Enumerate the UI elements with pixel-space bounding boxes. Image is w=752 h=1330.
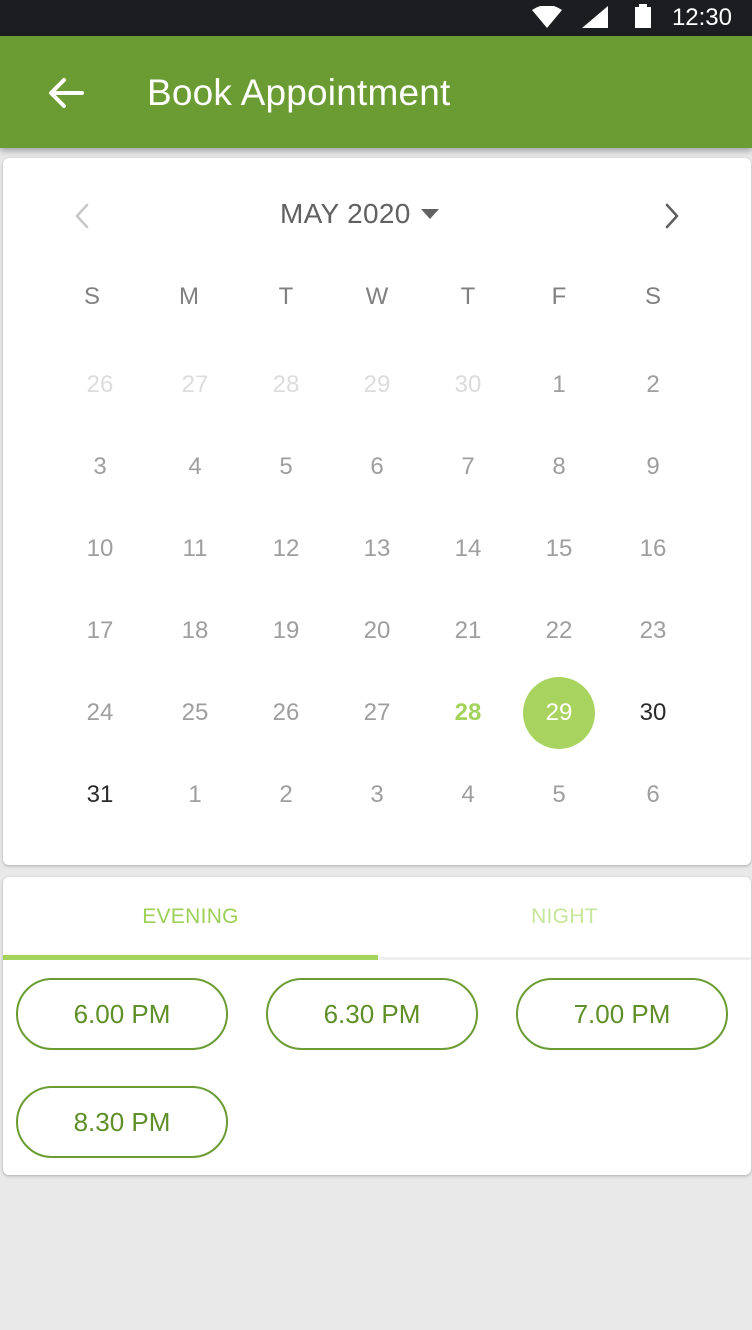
calendar-day[interactable]: 28 bbox=[432, 677, 504, 749]
calendar-day[interactable]: 28 bbox=[250, 349, 322, 421]
calendar-day[interactable]: 3 bbox=[341, 759, 413, 831]
calendar-day[interactable]: 19 bbox=[250, 595, 322, 667]
calendar-day[interactable]: 27 bbox=[341, 677, 413, 749]
calendar-day[interactable]: 27 bbox=[159, 349, 231, 421]
status-time: 12:30 bbox=[671, 4, 732, 31]
page-title: Book Appointment bbox=[147, 72, 451, 113]
calendar-day[interactable]: 6 bbox=[341, 431, 413, 503]
tab-indicator bbox=[3, 955, 378, 960]
calendar-day[interactable]: 6 bbox=[617, 759, 689, 831]
time-slot-button[interactable]: 6.00 PM bbox=[16, 978, 228, 1050]
tab-night[interactable]: NIGHT bbox=[377, 877, 752, 957]
back-button[interactable] bbox=[36, 66, 96, 120]
tab-evening[interactable]: EVENING bbox=[3, 877, 378, 957]
weekday-label: S bbox=[83, 283, 100, 310]
time-slot-button[interactable]: 7.00 PM bbox=[516, 978, 728, 1050]
calendar-day[interactable]: 9 bbox=[617, 431, 689, 503]
calendar-day[interactable]: 11 bbox=[159, 513, 231, 585]
calendar-day[interactable]: 1 bbox=[159, 759, 231, 831]
weekday-label: T bbox=[460, 283, 476, 310]
month-picker[interactable]: MAY 2020 bbox=[280, 194, 439, 234]
signal-icon bbox=[582, 6, 608, 28]
calendar-day[interactable]: 8 bbox=[523, 431, 595, 503]
calendar-day[interactable]: 4 bbox=[159, 431, 231, 503]
calendar-day[interactable]: 26 bbox=[64, 349, 136, 421]
weekday-label: W bbox=[365, 283, 389, 310]
time-slot-button[interactable]: 6.30 PM bbox=[266, 978, 478, 1050]
calendar-day[interactable]: 2 bbox=[617, 349, 689, 421]
calendar-day[interactable]: 30 bbox=[432, 349, 504, 421]
calendar-day[interactable]: 22 bbox=[523, 595, 595, 667]
calendar-day[interactable]: 16 bbox=[617, 513, 689, 585]
calendar-day[interactable]: 3 bbox=[64, 431, 136, 503]
prev-month-button[interactable] bbox=[62, 196, 102, 236]
calendar-day[interactable]: 21 bbox=[432, 595, 504, 667]
calendar-day[interactable]: 1 bbox=[523, 349, 595, 421]
calendar-day[interactable]: 26 bbox=[250, 677, 322, 749]
wifi-icon bbox=[532, 6, 562, 28]
time-slot-button[interactable]: 8.30 PM bbox=[16, 1086, 228, 1158]
calendar-day[interactable]: 4 bbox=[432, 759, 504, 831]
calendar-day[interactable]: 12 bbox=[250, 513, 322, 585]
weekday-label: F bbox=[551, 283, 567, 310]
calendar-day[interactable]: 7 bbox=[432, 431, 504, 503]
chevron-right-icon bbox=[665, 203, 679, 229]
weekday-label: T bbox=[278, 283, 294, 310]
calendar-day[interactable]: 29 bbox=[341, 349, 413, 421]
calendar-day[interactable]: 18 bbox=[159, 595, 231, 667]
calendar-day[interactable]: 14 bbox=[432, 513, 504, 585]
calendar-day[interactable]: 17 bbox=[64, 595, 136, 667]
next-month-button[interactable] bbox=[652, 196, 692, 236]
app-bar: Book Appointment bbox=[0, 36, 752, 148]
month-label: MAY 2020 bbox=[280, 198, 411, 229]
calendar-day[interactable]: 13 bbox=[341, 513, 413, 585]
caret-down-icon bbox=[420, 209, 439, 219]
calendar-day[interactable]: 5 bbox=[523, 759, 595, 831]
calendar-day[interactable]: 5 bbox=[250, 431, 322, 503]
calendar-day[interactable]: 20 bbox=[341, 595, 413, 667]
calendar-day[interactable]: 23 bbox=[617, 595, 689, 667]
weekday-label: M bbox=[179, 283, 199, 310]
calendar-day[interactable]: 25 bbox=[159, 677, 231, 749]
chevron-left-icon bbox=[75, 203, 89, 229]
calendar-day[interactable]: 31 bbox=[64, 759, 136, 831]
calendar-day[interactable]: 24 bbox=[64, 677, 136, 749]
weekday-label: S bbox=[644, 283, 661, 310]
calendar-day[interactable]: 30 bbox=[617, 677, 689, 749]
calendar-day[interactable]: 2 bbox=[250, 759, 322, 831]
calendar-day[interactable]: 15 bbox=[523, 513, 595, 585]
arrow-left-icon bbox=[49, 78, 84, 108]
status-bar: 12:30 bbox=[0, 0, 752, 36]
calendar-day[interactable]: 10 bbox=[64, 513, 136, 585]
selected-day[interactable]: 29 bbox=[523, 677, 595, 749]
battery-icon bbox=[635, 4, 651, 28]
